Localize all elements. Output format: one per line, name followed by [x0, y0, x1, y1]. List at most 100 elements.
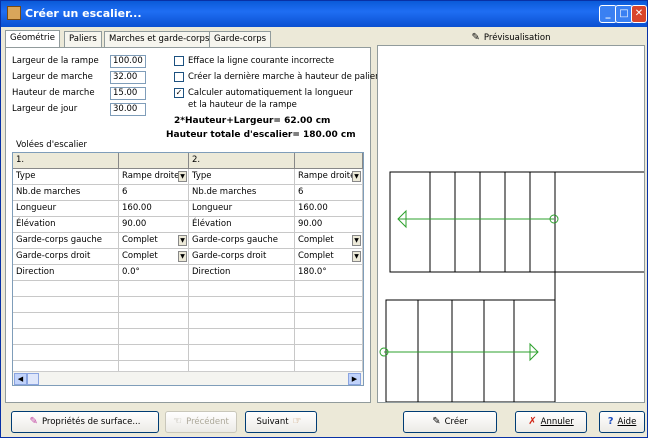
create-label: Créer [444, 417, 468, 427]
grid-key: Garde-corps gauche [189, 233, 295, 249]
scroll-left-icon[interactable]: ◀ [14, 373, 27, 385]
grid-value[interactable]: 6 [119, 185, 189, 201]
grid-value[interactable]: 160.00 [119, 201, 189, 217]
grid-value[interactable]: 160.00 [295, 201, 363, 217]
derniere-marche-checkbox[interactable] [174, 72, 184, 82]
empty-cell [295, 297, 363, 313]
next-label: Suivant [256, 417, 289, 427]
horizontal-scrollbar[interactable]: ◀ ▶ [13, 371, 363, 385]
dropdown-arrow-icon[interactable]: ▼ [352, 251, 361, 262]
tab-marches[interactable]: Marches et garde-corps [104, 31, 215, 47]
grid-value[interactable]: Complet ▼ [119, 249, 189, 265]
calcul-auto-checkbox[interactable]: ✓ [174, 88, 184, 98]
empty-cell [119, 297, 189, 313]
largeur-rampe-input[interactable]: 100.00 [110, 55, 146, 68]
grid-value[interactable]: 90.00 [119, 217, 189, 233]
grid-key: Garde-corps droit [189, 249, 295, 265]
grid-key: Nb.de marches [13, 185, 119, 201]
pencil-icon: ✎ [471, 32, 480, 43]
title-bar: Créer un escalier... _ □ ✕ [1, 1, 647, 27]
flight-1-header-value [119, 153, 189, 169]
grid-value[interactable]: Rampe droite ▼ [119, 169, 189, 185]
grid-key: Élévation [13, 217, 119, 233]
grid-value[interactable]: 6 [295, 185, 363, 201]
preview-label: Prévisualisation [483, 33, 551, 43]
grid-value[interactable]: Complet ▼ [119, 233, 189, 249]
window-title: Créer un escalier... [25, 7, 142, 20]
grid-key: Direction [189, 265, 295, 281]
empty-cell [119, 329, 189, 345]
flights-label: Volées d'escalier [16, 140, 88, 150]
derniere-marche-label: Créer la dernière marche à hauteur de pa… [188, 72, 379, 82]
flight-1-header: 1. [13, 153, 119, 169]
x-icon: ✗ [528, 416, 537, 427]
preview-header: ✎ Prévisualisation [377, 31, 645, 45]
dropdown-arrow-icon[interactable]: ▼ [352, 171, 361, 182]
grid-key: Nb.de marches [189, 185, 295, 201]
grid-key: Type [13, 169, 119, 185]
empty-cell [189, 313, 295, 329]
tab-geometrie[interactable]: Géométrie [5, 30, 60, 48]
flight-2-header-value [295, 153, 363, 169]
stair-app-icon [7, 6, 21, 20]
empty-cell [13, 281, 119, 297]
tab-paliers[interactable]: Paliers [64, 31, 102, 47]
dropdown-arrow-icon[interactable]: ▼ [178, 235, 187, 246]
empty-cell [13, 297, 119, 313]
dropdown-arrow-icon[interactable]: ▼ [352, 235, 361, 246]
grid-key: Longueur [13, 201, 119, 217]
stair-preview[interactable] [377, 45, 645, 403]
grid-value[interactable]: 0.0° [119, 265, 189, 281]
calcul-auto-label-2: et la hauteur de la rampe [188, 100, 297, 110]
brush-icon: ✎ [29, 416, 38, 427]
field-label-marche: Largeur de marche [12, 72, 93, 82]
grid-key: Garde-corps droit [13, 249, 119, 265]
hauteur-marche-input[interactable]: 15.00 [110, 87, 146, 100]
dropdown-arrow-icon[interactable]: ▼ [178, 251, 187, 262]
grid-key: Garde-corps gauche [13, 233, 119, 249]
tab-garde-corps[interactable]: Garde-corps [209, 31, 272, 47]
field-label-rampe: Largeur de la rampe [12, 56, 99, 66]
empty-cell [189, 297, 295, 313]
grid-value[interactable]: Complet ▼ [295, 249, 363, 265]
grid-key: Direction [13, 265, 119, 281]
help-button[interactable]: ? Aide [599, 411, 645, 433]
efface-label: Efface la ligne courante incorrecte [188, 56, 335, 66]
formula-hauteur-totale: Hauteur totale d'escalier= 180.00 cm [166, 130, 356, 140]
empty-cell [295, 281, 363, 297]
dropdown-arrow-icon[interactable]: ▼ [178, 171, 187, 182]
scroll-right-icon[interactable]: ▶ [348, 373, 361, 385]
empty-cell [189, 329, 295, 345]
previous-button[interactable]: ☜ Précédent [165, 411, 237, 433]
empty-cell [13, 313, 119, 329]
surface-properties-button[interactable]: ✎ Propriétés de surface... [11, 411, 159, 433]
grid-value[interactable]: 180.0° [295, 265, 363, 281]
cancel-label: Annuler [540, 417, 574, 427]
empty-cell [13, 329, 119, 345]
formula-hauteur-largeur: 2*Hauteur+Largeur= 62.00 cm [174, 116, 331, 126]
grid-key: Longueur [189, 201, 295, 217]
grid-value[interactable]: 90.00 [295, 217, 363, 233]
grid-value[interactable]: Complet ▼ [295, 233, 363, 249]
empty-cell [119, 313, 189, 329]
create-button[interactable]: ✎ Créer [403, 411, 497, 433]
empty-cell [189, 281, 295, 297]
largeur-marche-input[interactable]: 32.00 [110, 71, 146, 84]
cancel-button[interactable]: ✗ Annuler [515, 411, 587, 433]
empty-cell [295, 345, 363, 361]
largeur-jour-input[interactable]: 30.00 [110, 103, 146, 116]
grid-key: Type [189, 169, 295, 185]
stair-plan-drawing [379, 171, 644, 403]
flight-2-header: 2. [189, 153, 295, 169]
efface-checkbox[interactable] [174, 56, 184, 66]
field-label-hauteur: Hauteur de marche [12, 88, 95, 98]
field-label-jour: Largeur de jour [12, 104, 78, 114]
grid-value[interactable]: Rampe droite ▼ [295, 169, 363, 185]
empty-cell [119, 345, 189, 361]
next-button[interactable]: Suivant ☞ [245, 411, 317, 433]
help-label: Aide [617, 417, 637, 427]
scroll-thumb[interactable] [27, 373, 39, 385]
grid-key: Élévation [189, 217, 295, 233]
close-button[interactable]: ✕ [631, 5, 647, 23]
hand-left-icon: ☜ [173, 416, 183, 427]
